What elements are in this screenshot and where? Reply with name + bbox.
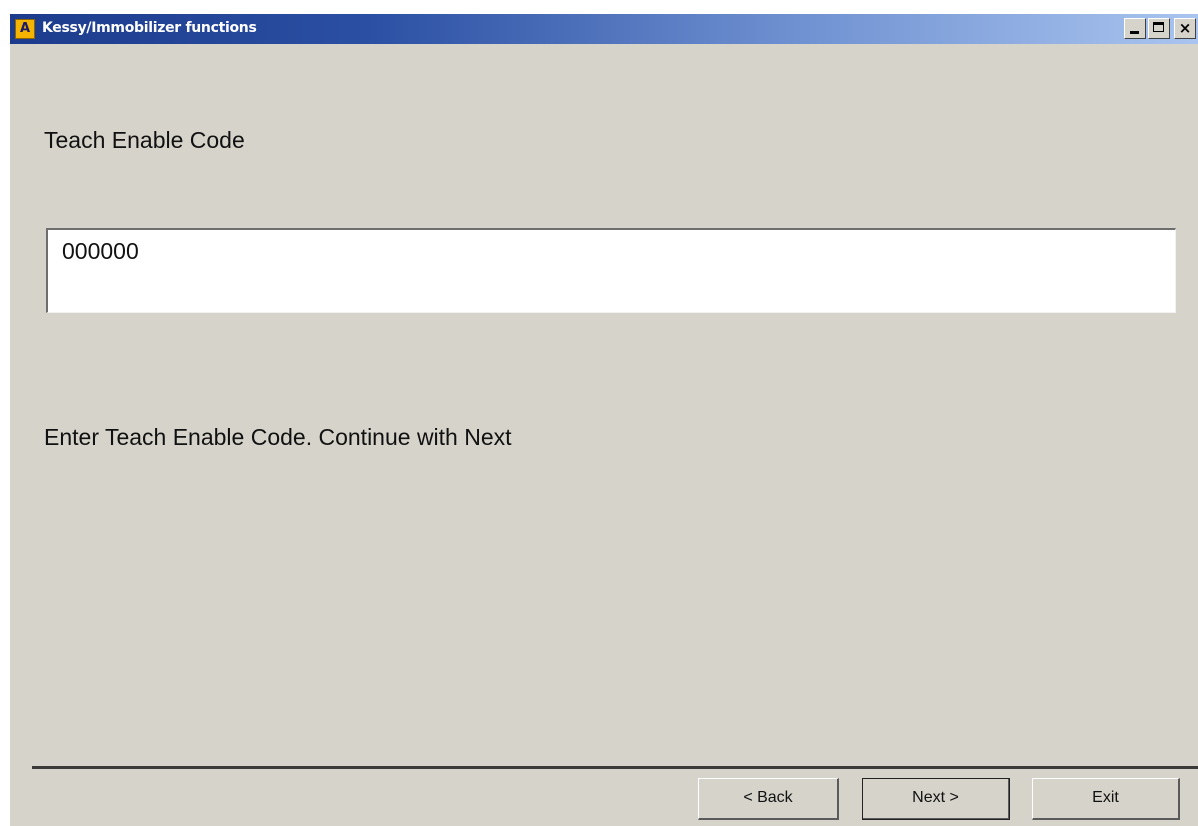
window-controls: ×	[1124, 18, 1196, 39]
instruction-text: Enter Teach Enable Code. Continue with N…	[44, 424, 512, 450]
footer-separator	[32, 766, 1198, 769]
next-button[interactable]: Next >	[862, 778, 1010, 820]
minimize-icon	[1130, 31, 1139, 34]
window-title: Kessy/Immobilizer functions	[42, 20, 257, 36]
page-title: Teach Enable Code	[44, 127, 245, 153]
maximize-button[interactable]	[1148, 18, 1170, 39]
title-bar[interactable]: A Kessy/Immobilizer functions ×	[10, 14, 1198, 44]
dialog-window: A Kessy/Immobilizer functions × Teach En…	[10, 14, 1198, 826]
back-button[interactable]: < Back	[698, 778, 839, 820]
exit-button[interactable]: Exit	[1032, 778, 1180, 820]
minimize-button[interactable]	[1124, 18, 1146, 39]
teach-enable-code-input[interactable]: 000000	[46, 228, 1176, 313]
close-icon: ×	[1178, 19, 1192, 37]
app-icon: A	[15, 19, 35, 39]
close-button[interactable]: ×	[1174, 18, 1196, 39]
maximize-icon	[1153, 22, 1164, 32]
